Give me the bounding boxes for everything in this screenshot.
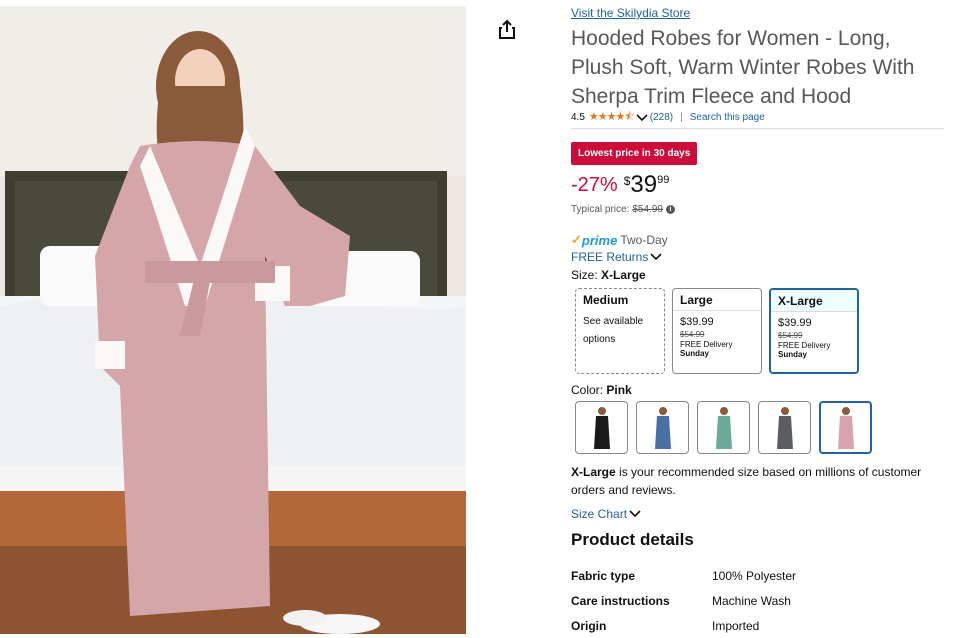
size-option-name: X-Large [771,290,857,312]
price-row: -27% $ 39 99 [571,171,669,199]
prime-speed: Two-Day [620,233,668,247]
recommendation-text: is your recommended size based on millio… [571,465,922,497]
robe-swatch-icon [654,406,671,449]
discount-percent: -27% [571,174,618,196]
free-returns-label[interactable]: FREE Returns [571,250,648,264]
free-returns-link[interactable]: FREE Returns [571,250,664,264]
info-icon[interactable]: i [665,205,675,214]
size-chart-link[interactable]: Size Chart [571,507,643,521]
size-option-name: Medium [583,293,629,307]
share-icon[interactable] [495,18,519,42]
robe-swatch-icon [715,406,732,449]
size-label: Size: X-Large [571,268,646,282]
chevron-down-icon[interactable] [650,253,662,261]
deal-badge: Lowest price in 30 days [571,142,698,165]
size-option-price: $39.99 [680,316,714,328]
rating-value: 4.5 [571,112,585,123]
size-selected: X-Large [601,268,646,282]
color-label: Color: Pink [571,383,632,397]
product-title: Hooded Robes for Women - Long, Plush Sof… [571,27,915,108]
color-swatch-green[interactable] [697,401,750,454]
prime-check-icon: ✓ [571,232,582,247]
table-row: Origin Imported [571,613,796,638]
size-option-day: Sunday [680,349,709,358]
search-page-link[interactable]: Search this page [690,112,765,123]
detail-key: Care instructions [571,593,670,608]
robe-swatch-icon [776,406,793,449]
typical-price: Typical price: $54.99 i [571,204,675,215]
size-option-list-price: $54.99 [778,331,803,340]
color-swatch-black[interactable] [575,401,628,454]
price-symbol: $ [623,174,631,188]
size-option-note: See available options [583,316,644,345]
store-link[interactable]: Visit the Skilydia Store [571,6,690,20]
robe-swatch-icon [837,406,854,449]
price-whole: 39 [630,171,658,198]
size-option-price: $39.99 [778,317,812,329]
table-row: Care instructions Machine Wash [571,588,796,613]
size-option-x-large[interactable]: X-Large $39.99 $54.99 FREE Delivery Sund… [769,288,859,374]
detail-key: Origin [571,618,607,633]
table-row: Fabric type 100% Polyester [571,563,796,588]
chevron-down-icon[interactable] [629,510,641,518]
size-option-large[interactable]: Large $39.99 $54.99 FREE Delivery Sunday [672,288,762,374]
size-label-text: Size: [571,268,598,282]
separator: | [680,112,683,123]
robe-photo-illustration [0,6,466,634]
size-option-day: Sunday [778,350,807,359]
recommended-size: X-Large [571,465,616,479]
color-swatch-pink[interactable] [819,401,872,454]
size-option-delivery: FREE Delivery [680,340,733,349]
prime-delivery: ✓ prime Two-Day [571,232,668,248]
product-details-title: Product details [571,530,694,549]
color-swatch-gray[interactable] [758,401,811,454]
rating-count-link[interactable]: (228) [650,112,673,123]
product-main-image[interactable] [0,6,466,634]
prime-logo: prime [581,232,618,248]
color-swatch-blue[interactable] [636,401,689,454]
size-option-list-price: $54.99 [680,330,705,339]
typical-price-label: Typical price: [571,204,630,215]
price-fraction: 99 [657,174,670,186]
color-selected: Pink [606,383,632,397]
color-label-text: Color: [571,383,604,397]
robe-swatch-icon [593,406,610,449]
size-option-name: Large [673,289,761,311]
size-recommendation: X-Large is your recommended size based o… [571,463,947,499]
size-option-medium[interactable]: Medium See available options [575,288,665,374]
size-option-delivery: FREE Delivery [778,341,831,350]
size-chart-label[interactable]: Size Chart [571,507,627,521]
product-details-table: Fabric type 100% Polyester Care instruct… [571,563,796,638]
detail-value: 100% Polyester [712,568,797,583]
detail-value: Imported [712,618,760,633]
chevron-down-icon[interactable] [636,113,648,122]
rating-row: 4.5 ★★★★⯪ (228) | Search this page [571,111,944,129]
detail-value: Machine Wash [712,593,791,608]
typical-price-value: $54.99 [632,204,663,215]
detail-key: Fabric type [571,568,636,583]
rating-stars[interactable]: ★★★★⯪ [589,108,635,127]
